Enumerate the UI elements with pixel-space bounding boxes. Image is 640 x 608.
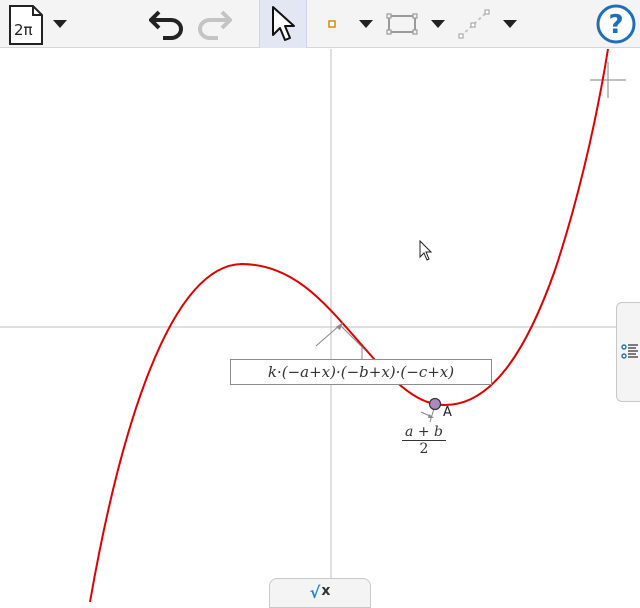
move-tool-button[interactable] xyxy=(259,0,307,48)
pointer-arrow-icon xyxy=(272,6,295,41)
sqrt-icon: √ xyxy=(309,583,321,602)
undo-icon xyxy=(149,10,183,40)
line-tool-button[interactable] xyxy=(455,0,493,48)
chevron-down-icon xyxy=(431,20,445,28)
function-curve[interactable] xyxy=(89,49,609,602)
input-bar-label: x xyxy=(321,583,331,599)
redo-icon xyxy=(198,10,232,40)
algebra-view-icon xyxy=(621,344,638,359)
document-icon: 2π xyxy=(9,5,43,45)
fraction-label: a + b 2 xyxy=(402,424,446,458)
chevron-down-icon xyxy=(503,20,517,28)
input-bar-toggle[interactable]: √ x xyxy=(269,578,371,608)
help-button[interactable]: ? xyxy=(594,0,638,48)
point-label: A xyxy=(443,405,452,420)
point-tool-dropdown[interactable] xyxy=(354,0,378,48)
svg-text:?: ? xyxy=(608,10,623,40)
perspective-dropdown[interactable] xyxy=(48,0,72,48)
chevron-down-icon xyxy=(53,20,67,28)
segment-tool-dropdown[interactable] xyxy=(426,0,450,48)
crosshair-icon xyxy=(590,62,626,98)
undo-button[interactable] xyxy=(145,0,189,48)
point-icon xyxy=(328,20,336,28)
line-tool-dropdown[interactable] xyxy=(498,0,522,48)
perspective-button[interactable]: 2π xyxy=(2,0,48,48)
algebra-view-toggle[interactable] xyxy=(616,302,640,402)
point-tool-button[interactable] xyxy=(320,0,344,48)
redo-button[interactable] xyxy=(192,0,236,48)
help-icon: ? xyxy=(596,4,636,44)
graphics-view[interactable] xyxy=(0,49,640,602)
segment-tool-button[interactable] xyxy=(382,0,422,48)
chevron-down-icon xyxy=(359,20,373,28)
segment-icon xyxy=(386,13,418,35)
toolbar: 2π ? xyxy=(0,0,640,48)
function-label: k·(−a+x)·(−b+x)·(−c+x) xyxy=(230,359,492,385)
fraction-denominator: 2 xyxy=(419,441,429,457)
mouse-cursor-icon xyxy=(419,239,433,261)
svg-text:2π: 2π xyxy=(14,21,33,39)
point-a[interactable] xyxy=(428,397,442,411)
line-icon xyxy=(458,9,490,39)
fraction-numerator: a + b xyxy=(402,424,446,441)
